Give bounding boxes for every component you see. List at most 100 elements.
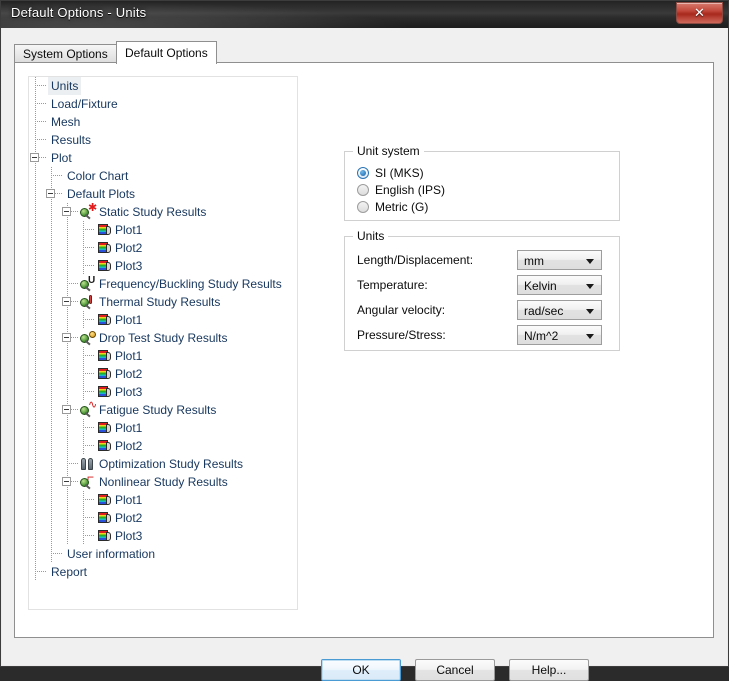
tree-expander-collapse[interactable] (46, 189, 55, 198)
tree-guide-line (67, 221, 68, 239)
tree-item[interactable]: Plot3 (29, 383, 297, 401)
tree-item-label: Drop Test Study Results (99, 331, 228, 345)
tree-item[interactable]: Optimization Study Results (29, 455, 297, 473)
tree-item[interactable]: Plot3 (29, 257, 297, 275)
tree-guide-line (67, 437, 68, 455)
unit-system-radio-english-ips[interactable]: English (IPS) (357, 181, 445, 199)
unit-system-radio-metric-g[interactable]: Metric (G) (357, 198, 428, 216)
tree-expander-collapse[interactable] (62, 207, 71, 216)
cancel-button[interactable]: Cancel (415, 659, 495, 681)
tree-expander-collapse[interactable] (30, 153, 39, 162)
radio-button-icon[interactable] (357, 167, 369, 179)
tree-guide-line (51, 383, 52, 401)
tree-guide-line (51, 293, 52, 311)
tree-item[interactable]: Plot (29, 149, 297, 167)
tree-guide-line (51, 347, 52, 365)
radio-label: SI (MKS) (375, 166, 424, 180)
tree-guide-line (35, 311, 36, 329)
plot-icon (96, 349, 111, 363)
tree-item[interactable]: Mesh (29, 113, 297, 131)
combo-value: Kelvin (524, 279, 557, 293)
ok-button[interactable]: OK (321, 659, 401, 681)
units-combo-pressure-stress[interactable]: N/m^2 (517, 325, 602, 345)
tree-item[interactable]: Plot1 (29, 221, 297, 239)
options-tree[interactable]: Units Load/Fixture Mesh Results Plot Color Ch… (28, 76, 298, 610)
tree-item[interactable]: Report (29, 563, 297, 581)
close-button[interactable]: ✕ (676, 2, 723, 24)
tree-expander-collapse[interactable] (62, 333, 71, 342)
unit-system-radio-si-mks[interactable]: SI (MKS) (357, 164, 424, 182)
tree-guide-line (83, 365, 84, 383)
tree-guide-line (35, 275, 36, 293)
tree-item[interactable]: Plot1 (29, 491, 297, 509)
static-study-icon: ✱ (80, 203, 97, 220)
close-icon: ✕ (694, 5, 705, 20)
tree-guide-line (35, 473, 36, 491)
tree-guide-line (35, 95, 36, 113)
tree-guide-line (51, 509, 52, 527)
tree-item-label: Mesh (51, 115, 81, 129)
tree-guide-line (35, 455, 36, 473)
radio-button-icon[interactable] (357, 184, 369, 196)
tree-item[interactable]: Units (29, 77, 297, 95)
tree-item[interactable]: Color Chart (29, 167, 297, 185)
tree-item[interactable]: Thermal Study Results (29, 293, 297, 311)
tree-guide-line (83, 527, 84, 545)
tree-guide-line (35, 509, 36, 527)
units-combo-length-displacement[interactable]: mm (517, 250, 602, 270)
chevron-down-icon[interactable] (586, 309, 594, 314)
optimization-icon (80, 457, 95, 471)
frequency-study-icon: U (80, 276, 95, 292)
chevron-down-icon[interactable] (586, 259, 594, 264)
tree-item[interactable]: Plot1 (29, 419, 297, 437)
tree-guide-line (51, 257, 52, 275)
units-combo-temperature[interactable]: Kelvin (517, 275, 602, 295)
tree-item-label: Plot1 (115, 421, 143, 435)
units-combo-angular-velocity[interactable]: rad/sec (517, 300, 602, 320)
plot-icon (96, 439, 111, 453)
tree-item[interactable]: Plot2 (29, 239, 297, 257)
tree-item[interactable]: Plot1 (29, 311, 297, 329)
tree-guide-line (51, 203, 52, 221)
tree-item[interactable]: Plot2 (29, 509, 297, 527)
tree-item[interactable]: Plot3 (29, 527, 297, 545)
tree-elbow (35, 103, 46, 104)
tree-item[interactable]: Plot1 (29, 347, 297, 365)
tree-guide-line (51, 437, 52, 455)
tab-label: Default Options (125, 46, 208, 60)
units-field-label: Pressure/Stress: (357, 328, 446, 342)
unit-system-legend: Unit system (353, 144, 424, 158)
fatigue-study-icon: ∿ (80, 400, 97, 418)
tree-item-label: Plot1 (115, 223, 143, 237)
chevron-down-icon[interactable] (586, 284, 594, 289)
radio-label: English (IPS) (375, 183, 446, 197)
plot-icon (96, 511, 111, 525)
chevron-down-icon[interactable] (586, 334, 594, 339)
tree-item[interactable]: Plot2 (29, 437, 297, 455)
tab-system-options[interactable]: System Options (14, 44, 117, 63)
tree-item[interactable]: User information (29, 545, 297, 563)
tree-expander-collapse[interactable] (62, 405, 71, 414)
tree-elbow (83, 391, 94, 392)
tree-expander-collapse[interactable] (62, 477, 71, 486)
tree-item[interactable]: Plot2 (29, 365, 297, 383)
tree-item[interactable]: ⌐ Nonlinear Study Results (29, 471, 297, 491)
tree-guide-line (35, 113, 36, 131)
units-group: Units Length/Displacement: mm Temperature:… (344, 229, 620, 351)
tree-expander-collapse[interactable] (62, 297, 71, 306)
thermal-study-icon (80, 295, 95, 310)
tree-item[interactable]: Drop Test Study Results (29, 329, 297, 347)
tree-item[interactable]: Results (29, 131, 297, 149)
radio-button-icon[interactable] (357, 201, 369, 213)
tree-item[interactable]: ∿ Fatigue Study Results (29, 400, 297, 419)
units-field-label: Temperature: (357, 278, 428, 292)
tab-panel-default-options: Units Load/Fixture Mesh Results Plot Color Ch… (14, 62, 714, 638)
tree-item-label: Plot3 (115, 385, 143, 399)
help-button[interactable]: Help... (509, 659, 589, 681)
tab-default-options[interactable]: Default Options (116, 41, 217, 64)
tree-item-label: Plot1 (115, 313, 143, 327)
tree-item[interactable]: Default Plots (29, 185, 297, 203)
tree-item[interactable]: U Frequency/Buckling Study Results (29, 275, 297, 293)
tree-item[interactable]: Load/Fixture (29, 95, 297, 113)
tree-item[interactable]: ✱ Static Study Results (29, 203, 297, 221)
